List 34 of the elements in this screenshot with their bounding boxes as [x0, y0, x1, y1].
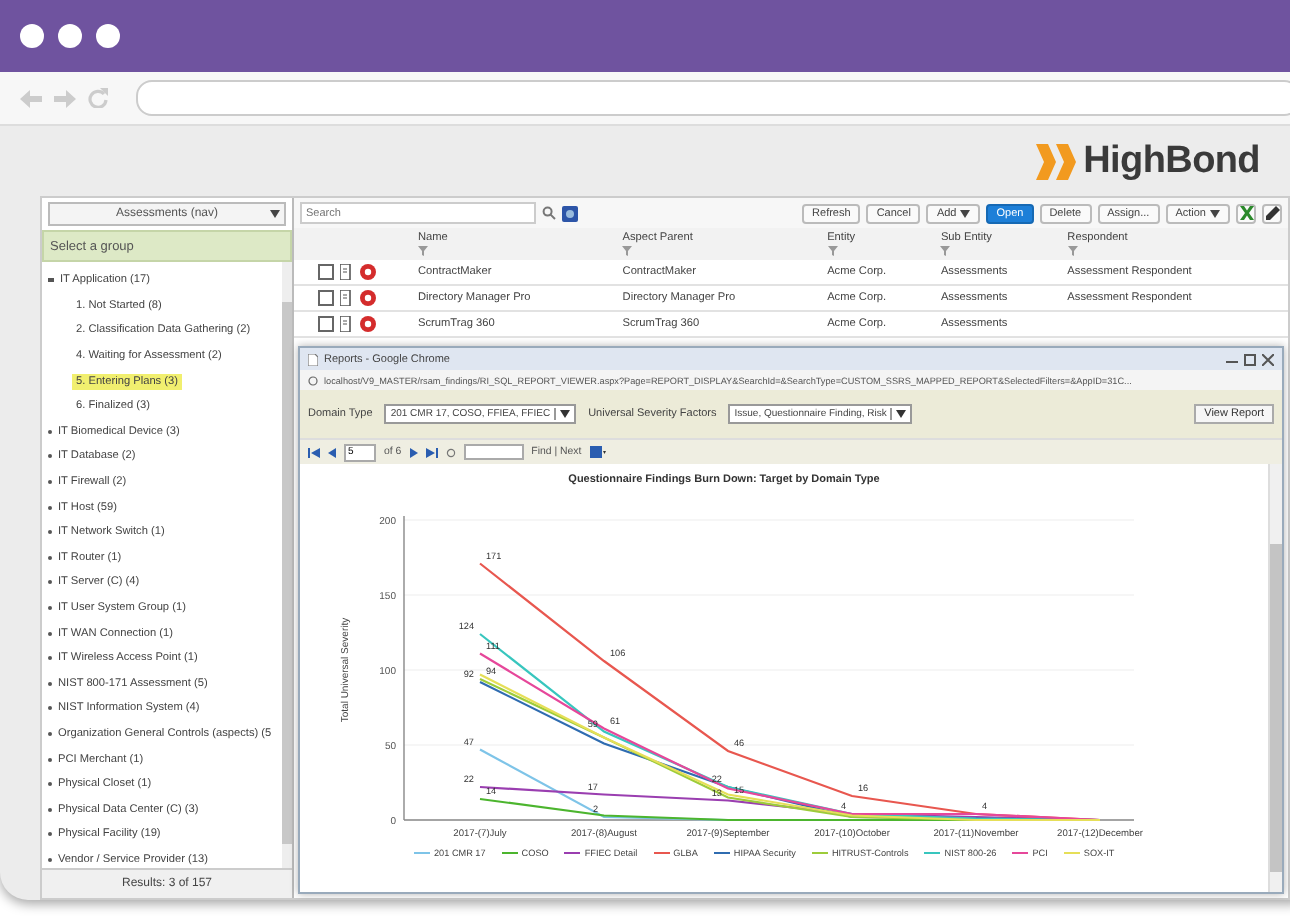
caret-icon: [270, 210, 280, 218]
help-icon[interactable]: [562, 205, 578, 221]
last-page-icon[interactable]: [425, 447, 438, 457]
scrollbar[interactable]: [1268, 464, 1282, 892]
excel-button[interactable]: [1236, 203, 1256, 223]
edit-icon[interactable]: [340, 290, 354, 306]
caret-icon: [960, 209, 971, 217]
info-icon: [308, 375, 318, 385]
window-dot[interactable]: [58, 24, 82, 48]
next-page-icon[interactable]: [409, 447, 418, 457]
caret-icon: [554, 408, 575, 420]
find-field[interactable]: [463, 444, 524, 460]
scrollbar[interactable]: [282, 262, 292, 868]
logo-icon: [1035, 143, 1076, 179]
refresh-icon[interactable]: [445, 447, 456, 457]
search-icon[interactable]: [542, 206, 556, 220]
window-dot[interactable]: [96, 24, 120, 48]
first-page-icon[interactable]: [308, 447, 320, 457]
row-checkbox[interactable]: [318, 290, 334, 306]
edit-icon[interactable]: [340, 316, 354, 332]
save-icon[interactable]: [589, 446, 606, 458]
caret-icon: [1210, 209, 1220, 217]
previous-page-icon[interactable]: [328, 447, 336, 457]
caret-icon: [890, 408, 911, 420]
address-field[interactable]: [136, 80, 1290, 116]
logo-text: HighBond: [1083, 139, 1260, 183]
row-checkbox[interactable]: [318, 264, 334, 280]
maximize-icon[interactable]: [1244, 353, 1256, 365]
edit-button[interactable]: [1262, 203, 1282, 223]
edit-icon[interactable]: [340, 264, 354, 280]
close-icon[interactable]: [1262, 353, 1274, 365]
window-dot[interactable]: [20, 24, 44, 48]
page-icon: [308, 353, 318, 365]
row-checkbox[interactable]: [318, 316, 334, 332]
